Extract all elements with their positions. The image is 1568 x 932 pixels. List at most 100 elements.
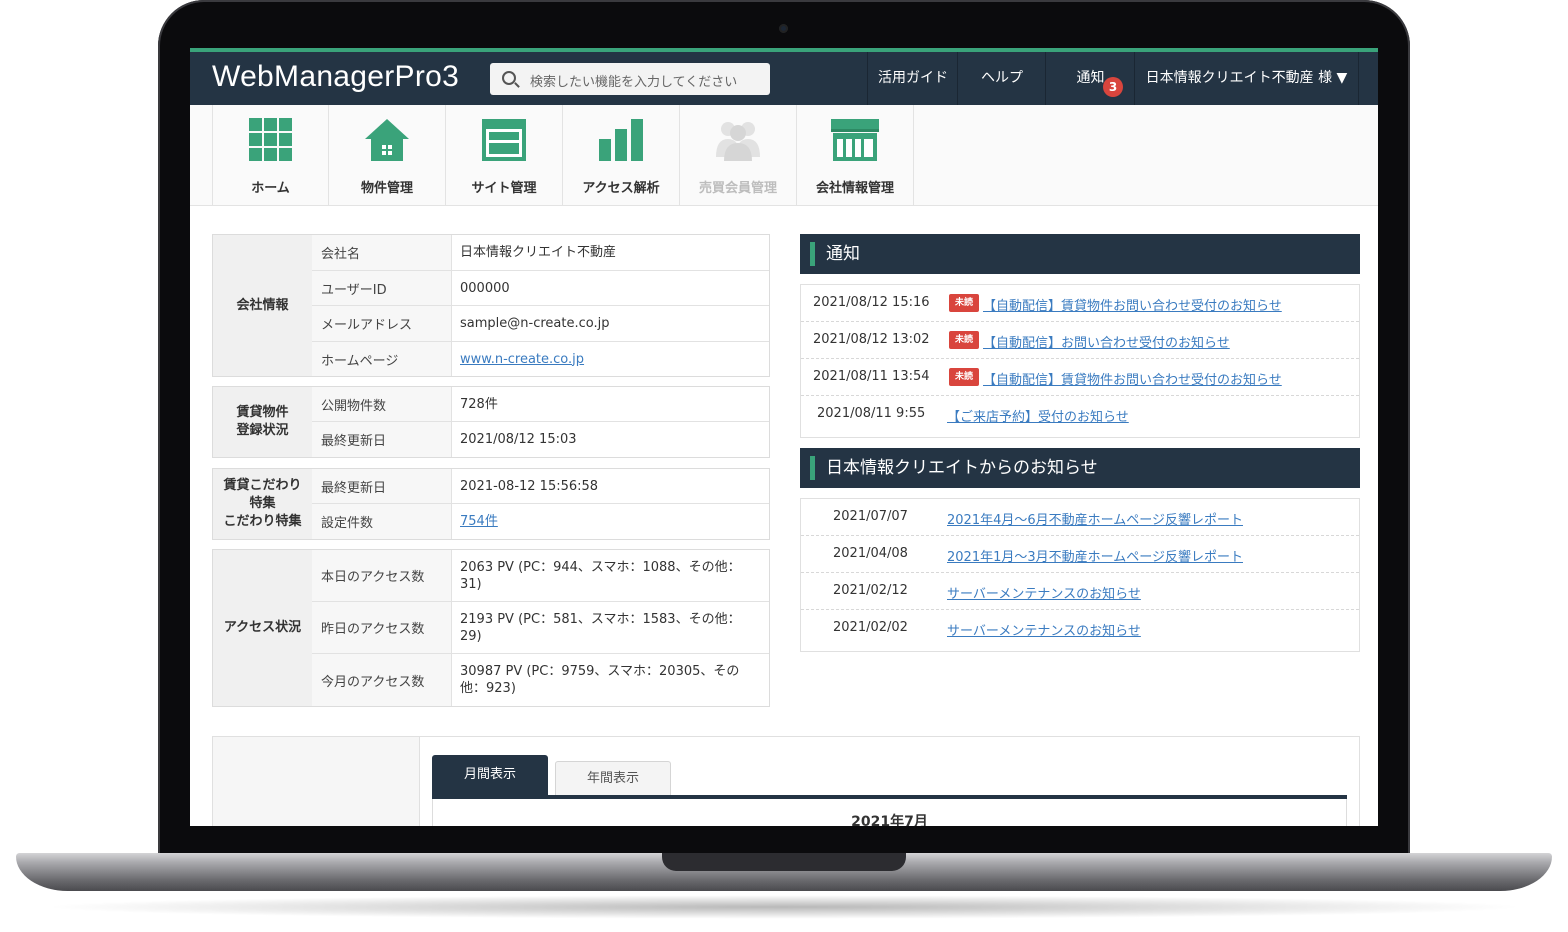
feature-heading-line1: 賃貸こだわり: [223, 478, 302, 493]
table-row: 会社名 日本情報クリエイト不動産: [312, 235, 769, 271]
nav-home[interactable]: ホーム: [212, 105, 329, 205]
list-item[interactable]: 2021/08/11 9:55 【ご来店予約】受付のお知らせ: [801, 396, 1359, 432]
laptop-notch: [662, 853, 906, 871]
chart-sidebar: [213, 737, 420, 826]
yesterday-access-key: 昨日のアクセス数: [312, 602, 452, 653]
icon-nav: ホーム 物件管理 サイト管理 アクセス解析 売買会員管理 会社情報管理: [190, 105, 1378, 206]
notification-link[interactable]: 【自動配信】賃貸物件お問い合わせ受付のお知らせ: [983, 295, 1282, 314]
table-row: メールアドレス sample@n-create.co.jp: [312, 306, 769, 342]
table-row: 最終更新日 2021-08-12 15:56:58: [312, 469, 769, 504]
feature-count-link[interactable]: 754件: [460, 513, 498, 530]
email-key: メールアドレス: [312, 306, 452, 341]
nav-members: 売買会員管理: [680, 105, 797, 205]
homepage-cell: www.n-create.co.jp: [452, 342, 769, 376]
feature-updated-value: 2021-08-12 15:56:58: [460, 478, 599, 494]
rental-heading-line1: 賃貸物件: [236, 405, 289, 420]
table-row: ホームページ www.n-create.co.jp: [312, 342, 769, 376]
app-logo[interactable]: WebManagerPro3: [212, 60, 459, 94]
rental-heading-line2: 登録状況: [236, 423, 289, 438]
table-row: 今月のアクセス数 30987 PV (PC：9759、スマホ：20305、その他…: [312, 654, 769, 706]
month-access-value: 30987 PV (PC：9759、スマホ：20305、その他：923): [460, 664, 740, 696]
notice-count-badge: 3: [1103, 77, 1123, 97]
nav-members-label: 売買会員管理: [698, 181, 777, 196]
tab-yearly[interactable]: 年間表示: [555, 761, 671, 795]
news-link[interactable]: 2021年4月～6月不動産ホームページ反響レポート: [947, 509, 1243, 528]
news-link[interactable]: サーバーメンテナンスのお知らせ: [947, 620, 1141, 639]
email-value: sample@n-create.co.jp: [460, 316, 610, 331]
notice-button[interactable]: 通知 3: [1045, 52, 1135, 105]
table-row: 公開物件数 728件: [312, 387, 769, 422]
nav-site[interactable]: サイト管理: [446, 105, 563, 205]
list-item[interactable]: 2021/08/12 13:02 未読 【自動配信】お問い合わせ受付のお知らせ: [801, 322, 1359, 359]
homepage-link[interactable]: www.n-create.co.jp: [460, 351, 584, 368]
search-icon: [502, 71, 516, 85]
nav-company[interactable]: 会社情報管理: [797, 105, 914, 205]
company-info-heading: 会社情報: [213, 235, 313, 376]
app-screen: WebManagerPro3 検索したい機能を入力してください 活用ガイド ヘル…: [190, 48, 1378, 826]
news-date: 2021/07/07: [833, 509, 908, 524]
company-name-key: 会社名: [312, 235, 452, 270]
list-item[interactable]: 2021/08/12 15:16 未読 【自動配信】賃貸物件お問い合わせ受付のお…: [801, 285, 1359, 322]
unread-badge: 未読: [949, 331, 979, 349]
table-row: 昨日のアクセス数 2193 PV (PC：581、スマホ：1583、その他：29…: [312, 602, 769, 654]
guide-link[interactable]: 活用ガイド: [867, 52, 958, 105]
list-item[interactable]: 2021/02/02 サーバーメンテナンスのお知らせ: [801, 610, 1359, 646]
company-info-table: 会社情報 会社名 日本情報クリエイト不動産 ユーザーID 000000 メールア…: [212, 234, 770, 377]
table-row: 本日のアクセス数 2063 PV (PC：944、スマホ：1088、その他：31…: [312, 550, 769, 602]
company-name-value: 日本情報クリエイト不動産: [460, 245, 617, 260]
list-item[interactable]: 2021/07/07 2021年4月～6月不動産ホームページ反響レポート: [801, 499, 1359, 536]
news-date: 2021/02/02: [833, 620, 908, 635]
today-access-value: 2063 PV (PC：944、スマホ：1088、その他：31): [460, 559, 741, 592]
rental-status-table: 賃貸物件 登録状況 公開物件数 728件 最終更新日 2021/08/12 15:…: [212, 386, 770, 458]
unread-badge: 未読: [949, 368, 979, 386]
news-link[interactable]: サーバーメンテナンスのお知らせ: [947, 583, 1141, 602]
help-link[interactable]: ヘルプ: [957, 52, 1046, 105]
top-bar: WebManagerPro3 検索したい機能を入力してください 活用ガイド ヘル…: [190, 48, 1378, 105]
news-link[interactable]: 2021年1月～3月不動産ホームページ反響レポート: [947, 546, 1243, 565]
list-item[interactable]: 2021/08/11 13:54 未読 【自動配信】賃貸物件お問い合わせ受付のお…: [801, 359, 1359, 396]
yesterday-access-value: 2193 PV (PC：581、スマホ：1583、その他：29): [460, 611, 741, 644]
published-count-key: 公開物件数: [312, 387, 452, 421]
search-placeholder: 検索したい機能を入力してください: [530, 75, 738, 90]
feature-count-key: 設定件数: [312, 504, 452, 539]
today-access-key: 本日のアクセス数: [312, 550, 452, 601]
news-date: 2021/02/12: [833, 583, 908, 598]
search-input[interactable]: 検索したい機能を入力してください: [490, 63, 770, 95]
list-item[interactable]: 2021/02/12 サーバーメンテナンスのお知らせ: [801, 573, 1359, 610]
nav-analytics[interactable]: アクセス解析: [563, 105, 680, 205]
nav-analytics-label: アクセス解析: [582, 181, 660, 196]
nav-property[interactable]: 物件管理: [329, 105, 446, 205]
nav-company-label: 会社情報管理: [815, 181, 894, 196]
laptop-shadow: [40, 895, 1528, 919]
nav-home-label: ホーム: [251, 181, 290, 196]
news-date: 2021/04/08: [833, 546, 908, 561]
news-list: 2021/07/07 2021年4月～6月不動産ホームページ反響レポート 202…: [800, 498, 1360, 652]
list-item[interactable]: 2021/04/08 2021年1月～3月不動産ホームページ反響レポート: [801, 536, 1359, 573]
notice-label: 通知: [1076, 70, 1105, 86]
feature-heading: 賃貸こだわり 特集 こだわり特集: [213, 469, 313, 539]
notification-link[interactable]: 【自動配信】お問い合わせ受付のお知らせ: [983, 332, 1230, 351]
house-icon: [365, 119, 409, 161]
nav-site-label: サイト管理: [471, 181, 537, 196]
nav-property-label: 物件管理: [360, 181, 413, 196]
notification-link[interactable]: 【ご来店予約】受付のお知らせ: [947, 406, 1129, 425]
user-menu[interactable]: 日本情報クリエイト不動産 様 ▼: [1134, 52, 1359, 105]
notification-date: 2021/08/12 13:02: [813, 332, 930, 347]
rental-updated-value: 2021/08/12 15:03: [460, 432, 577, 447]
notifications-header: 通知: [800, 234, 1360, 274]
grid-icon: [249, 118, 292, 161]
unread-badge: 未読: [949, 294, 979, 312]
homepage-key: ホームページ: [312, 342, 452, 376]
chart-period: 2021年7月: [851, 814, 928, 826]
access-table: アクセス状況 本日のアクセス数 2063 PV (PC：944、スマホ：1088…: [212, 549, 770, 707]
notification-link[interactable]: 【自動配信】賃貸物件お問い合わせ受付のお知らせ: [983, 369, 1282, 388]
feature-table: 賃貸こだわり 特集 こだわり特集 最終更新日 2021-08-12 15:56:58…: [212, 468, 770, 540]
notification-date: 2021/08/11 9:55: [817, 406, 926, 421]
notification-date: 2021/08/12 15:16: [813, 295, 930, 310]
tab-monthly[interactable]: 月間表示: [432, 755, 548, 795]
table-row: 設定件数 754件: [312, 504, 769, 539]
notifications-list: 2021/08/12 15:16 未読 【自動配信】賃貸物件お問い合わせ受付のお…: [800, 284, 1360, 438]
table-row: ユーザーID 000000: [312, 271, 769, 306]
feature-updated-key: 最終更新日: [312, 469, 452, 503]
user-id-value: 000000: [460, 280, 510, 296]
